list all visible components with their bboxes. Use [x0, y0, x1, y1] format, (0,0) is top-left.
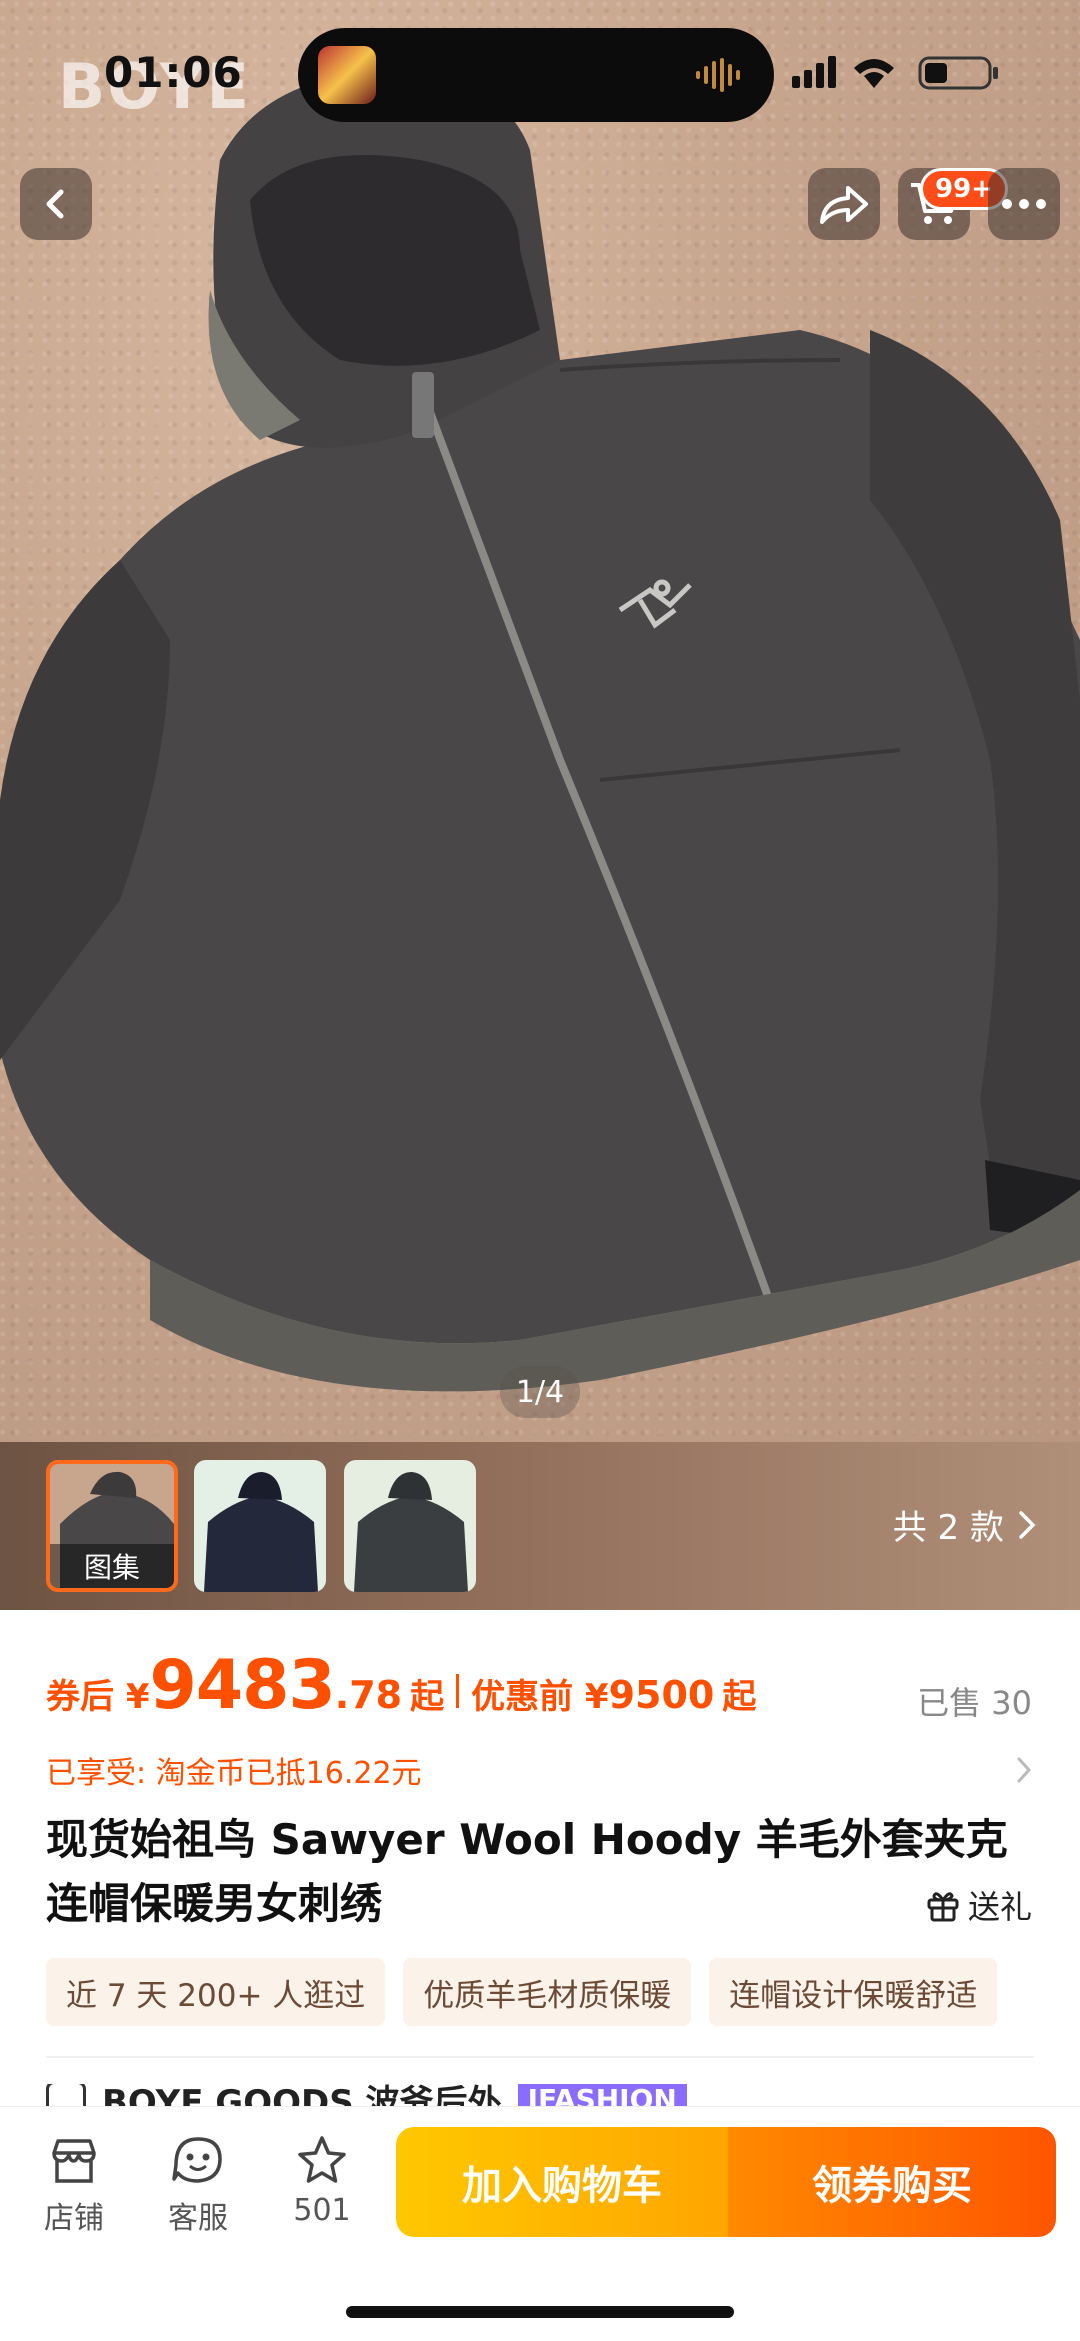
- favorite-count: 501: [293, 2193, 351, 2228]
- price-prefix: 券后 ¥: [46, 1677, 150, 1717]
- thumbnail-variant-black[interactable]: [194, 1460, 326, 1592]
- price-integer: 9483: [149, 1646, 336, 1725]
- price-row: 券后 ¥ 9483 .78 起 优惠前 ¥ 9500 起: [46, 1646, 756, 1725]
- gift-label: 送礼: [967, 1888, 1032, 1926]
- sold-count: 已售 30: [917, 1684, 1032, 1722]
- thumbnail-image: [344, 1460, 476, 1592]
- original-price-suffix: 起: [722, 1677, 757, 1717]
- live-activity-app-icon: [318, 46, 376, 104]
- buy-with-coupon-button[interactable]: 领券购买: [728, 2127, 1056, 2237]
- share-icon: [820, 186, 868, 224]
- store-label: 店铺: [44, 2201, 104, 2236]
- thumbnail-image: [194, 1460, 326, 1592]
- variant-count-text: 共 2 款: [892, 1508, 1004, 1548]
- dynamic-island: [298, 28, 774, 122]
- chevron-left-icon: [46, 189, 64, 219]
- service-button[interactable]: 客服: [148, 2133, 248, 2237]
- store-button[interactable]: 店铺: [24, 2133, 124, 2237]
- original-price-label: 优惠前 ¥: [471, 1677, 609, 1717]
- original-price-value: 9500: [608, 1673, 715, 1717]
- signal-icon: [792, 56, 836, 88]
- wifi-icon: [854, 59, 894, 88]
- price-decimal: .78: [334, 1673, 403, 1717]
- chevron-right-icon: [1017, 1757, 1032, 1783]
- price-separator: [456, 1674, 460, 1708]
- status-time: 01:06: [104, 48, 243, 97]
- image-pager: 1/4: [500, 1366, 580, 1418]
- thumbnail-gallery[interactable]: 图集: [46, 1460, 178, 1592]
- battery-icon: [918, 56, 998, 90]
- tag-list: 近 7 天 200+ 人逛过 优质羊毛材质保暖 连帽设计保暖舒适: [46, 1958, 998, 2026]
- thumbnail-variant-grey[interactable]: [344, 1460, 476, 1592]
- tag-chip[interactable]: 近 7 天 200+ 人逛过: [46, 1958, 386, 2026]
- star-icon: [298, 2136, 346, 2183]
- more-dots-icon: [1002, 199, 1046, 209]
- thumbnail-label: 图集: [50, 1544, 174, 1588]
- product-image[interactable]: BOYE 01:06 99+ 1/4: [0, 0, 1080, 1442]
- tag-chip[interactable]: 优质羊毛材质保暖: [403, 1958, 692, 2026]
- product-title: 现货始祖鸟 Sawyer Wool Hoody 羊毛外套夹克连帽保暖男女刺绣: [46, 1815, 1008, 1928]
- favorite-button[interactable]: 501: [272, 2133, 372, 2228]
- status-icons: [792, 56, 998, 90]
- tag-chip[interactable]: 连帽设计保暖舒适: [709, 1958, 998, 2026]
- service-label: 客服: [168, 2201, 228, 2236]
- chevron-right-icon: [1019, 1510, 1036, 1539]
- product-info-card: 券后 ¥ 9483 .78 起 优惠前 ¥ 9500 起 已售 30 已享受: …: [0, 1610, 1080, 2114]
- price-suffix: 起: [410, 1677, 445, 1717]
- share-button[interactable]: [808, 168, 880, 240]
- store-icon: [52, 2139, 96, 2183]
- audio-wave-icon: [696, 58, 740, 92]
- benefit-text: 已享受: 淘金币已抵16.22元: [46, 1756, 422, 1791]
- gift-button[interactable]: 送礼: [926, 1882, 1032, 1928]
- benefit-row[interactable]: 已享受: 淘金币已抵16.22元: [46, 1746, 1032, 1794]
- customer-service-icon: [172, 2137, 222, 2183]
- add-to-cart-button[interactable]: 加入购物车: [396, 2127, 728, 2237]
- gift-icon: [927, 1892, 959, 1922]
- variant-count-link[interactable]: 共 2 款: [893, 1500, 1036, 1549]
- variant-strip: 图集 共 2 款: [0, 1442, 1080, 1610]
- divider: [46, 2056, 1034, 2058]
- back-button[interactable]: [20, 168, 92, 240]
- more-button[interactable]: [988, 168, 1060, 240]
- home-indicator: [346, 2306, 734, 2318]
